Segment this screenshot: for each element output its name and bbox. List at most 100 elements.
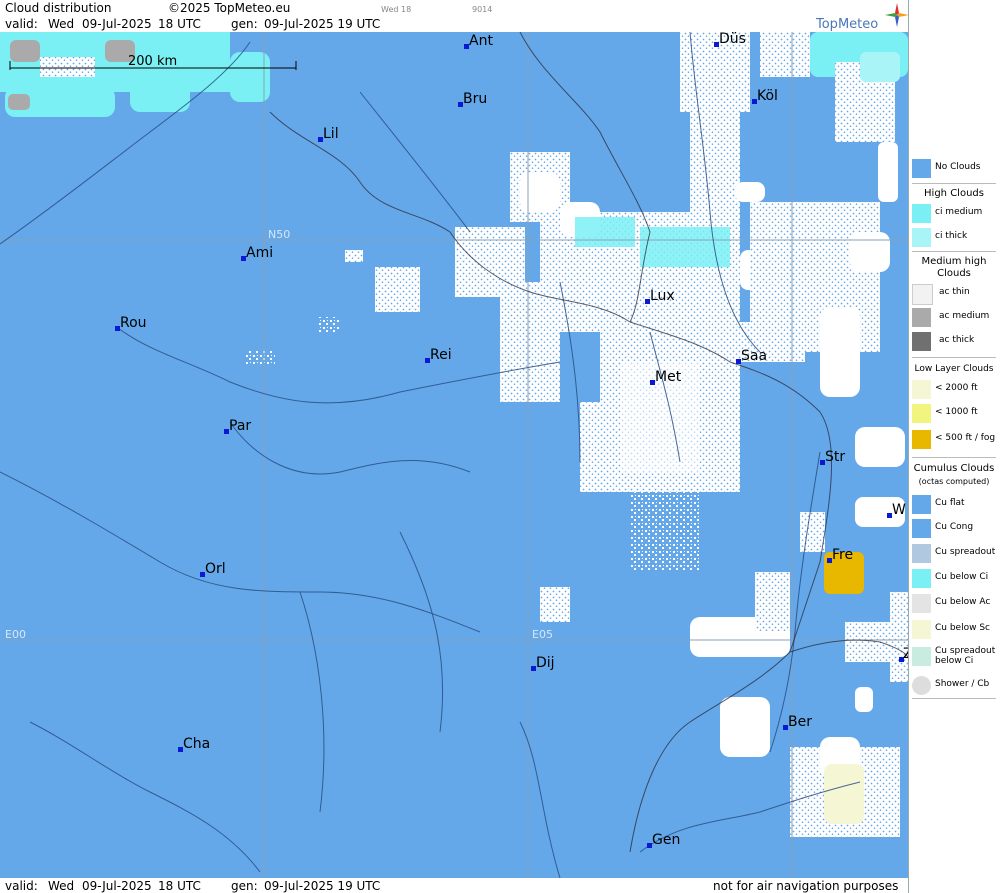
city-marker[interactable]: Rou: [115, 315, 147, 331]
legend-label: Cu below Ac: [935, 597, 991, 607]
copyright: ©2025 TopMeteo.eu: [168, 1, 291, 15]
legend-label: < 500 ft / fog: [935, 433, 996, 443]
legend-swatch: [912, 228, 931, 247]
legend-swatch: [912, 519, 931, 538]
legend-cu-cong: Cu Cong: [911, 517, 999, 539]
legend-swatch: [912, 284, 933, 305]
legend-label: Cu below Ci: [935, 572, 989, 582]
legend-swatch: [912, 332, 931, 351]
header: Cloud distribution ©2025 TopMeteo.eu Wed…: [0, 0, 909, 32]
city-marker[interactable]: Par: [224, 418, 251, 434]
city-marker[interactable]: Bru: [458, 91, 487, 107]
legend-cu-below-ac: Cu below Ac: [911, 592, 999, 614]
city-label: Saa: [741, 348, 767, 364]
city-label: Lil: [323, 126, 339, 142]
product-title: Cloud distribution: [5, 1, 112, 15]
city-label: Cha: [183, 736, 210, 752]
legend-label: No Clouds: [935, 162, 981, 172]
cumulus-field-ardennes: [455, 152, 765, 572]
brand-logo-text: TopMeteo: [816, 17, 879, 32]
lat-label-50: N50: [268, 228, 290, 241]
disclaimer: not for air navigation purposes: [713, 879, 899, 893]
city-marker[interactable]: Gen: [647, 832, 680, 848]
city-label: Gen: [652, 832, 680, 848]
footer: valid: Wed 09-Jul-2025 18 UTC gen: 09-Ju…: [0, 878, 908, 893]
city-marker[interactable]: Saa: [736, 348, 767, 364]
legend-divider: [912, 698, 996, 699]
city-marker[interactable]: Orl: [200, 561, 226, 577]
footer-gen-label: gen:: [231, 879, 258, 893]
legend-medium-heading: Medium high Clouds: [921, 256, 987, 279]
compass-star-icon: [885, 3, 909, 27]
legend-label: Cu spreadout below Ci: [935, 646, 996, 666]
footer-gen-value: 09-Jul-2025 19 UTC: [264, 879, 381, 893]
scale-bar-label: 200 km: [128, 54, 177, 69]
legend-swatch: [912, 647, 931, 666]
legend-cu-flat: Cu flat: [911, 493, 999, 515]
city-marker[interactable]: Met: [650, 369, 682, 385]
city-marker[interactable]: Köl: [752, 88, 778, 104]
city-label: Str: [825, 449, 845, 465]
legend-cu-spreadout-below-ci: Cu spreadout below Ci: [911, 645, 999, 671]
city-label: Rei: [430, 347, 452, 363]
city-marker[interactable]: Ami: [241, 245, 273, 261]
legend-swatch: [912, 544, 931, 563]
city-marker[interactable]: Str: [820, 449, 845, 465]
city-label: Par: [229, 418, 251, 434]
legend-swatch: [912, 404, 931, 423]
city-marker[interactable]: Ber: [783, 714, 812, 730]
city-label: Düs: [719, 32, 746, 47]
legend-ci-thick: ci thick: [911, 226, 999, 248]
gen-value: 09-Jul-2025 19 UTC: [264, 17, 381, 31]
cirrus-band-northeast: [810, 32, 908, 202]
legend-cu-heading: Cumulus Clouds: [913, 463, 995, 474]
cirrus-band-northwest: [0, 32, 270, 117]
city-label: W: [892, 502, 906, 518]
legend-ac-thick: ac thick: [911, 330, 999, 352]
footer-valid-time: 18 UTC: [158, 879, 201, 893]
city-marker[interactable]: Dij: [531, 655, 555, 671]
legend-swatch: [912, 676, 931, 695]
city-marker[interactable]: Düs: [714, 32, 746, 47]
legend-swatch: [912, 495, 931, 514]
city-label: Bru: [463, 91, 487, 107]
legend-ci-medium: ci medium: [911, 202, 999, 224]
small-day-label: Wed 18: [381, 5, 412, 14]
legend-label: Cu Cong: [935, 522, 974, 532]
cloud-map[interactable]: N50 E00 E05 200 km Ant Düs Bru Köl Lil A…: [0, 32, 908, 878]
legend-shower-cb: Shower / Cb: [911, 674, 999, 696]
city-marker[interactable]: Ant: [464, 33, 493, 49]
lon-label-0: E00: [5, 628, 26, 641]
legend-divider: [912, 183, 996, 184]
legend-divider: [912, 457, 996, 458]
legend-label: Cu spreadout: [935, 547, 996, 557]
legend-label: ac thick: [939, 335, 975, 345]
city-label: Ant: [469, 33, 493, 49]
legend-swatch: [912, 620, 931, 639]
legend-swatch: [912, 430, 931, 449]
graticule: [0, 32, 908, 878]
city-label: Met: [655, 369, 682, 385]
legend-swatch: [912, 569, 931, 588]
city-label: Ber: [788, 714, 812, 730]
legend-cu-subheading: (octas computed): [918, 477, 990, 486]
valid-label: valid:: [5, 17, 38, 31]
city-marker[interactable]: Lil: [318, 126, 339, 142]
city-label: Dij: [536, 655, 555, 671]
city-label: Ami: [246, 245, 273, 261]
legend-swatch: [912, 159, 931, 178]
cumulus-scattered-france: [245, 250, 420, 365]
legend-cu-below-ci: Cu below Ci: [911, 567, 999, 589]
footer-valid-label: valid:: [5, 879, 38, 893]
city-label: Fre: [832, 547, 853, 563]
legend-label: Cu below Sc: [935, 623, 990, 633]
city-marker[interactable]: Rei: [425, 347, 452, 363]
legend-divider: [912, 357, 996, 358]
city-marker[interactable]: Lux: [645, 288, 675, 304]
footer-valid-day: Wed: [48, 879, 75, 893]
legend-label: ci thick: [935, 231, 968, 241]
city-marker[interactable]: Cha: [178, 736, 210, 752]
valid-day: Wed: [48, 17, 75, 31]
legend-low-1000: < 1000 ft: [911, 402, 999, 424]
legend-swatch: [912, 308, 931, 327]
